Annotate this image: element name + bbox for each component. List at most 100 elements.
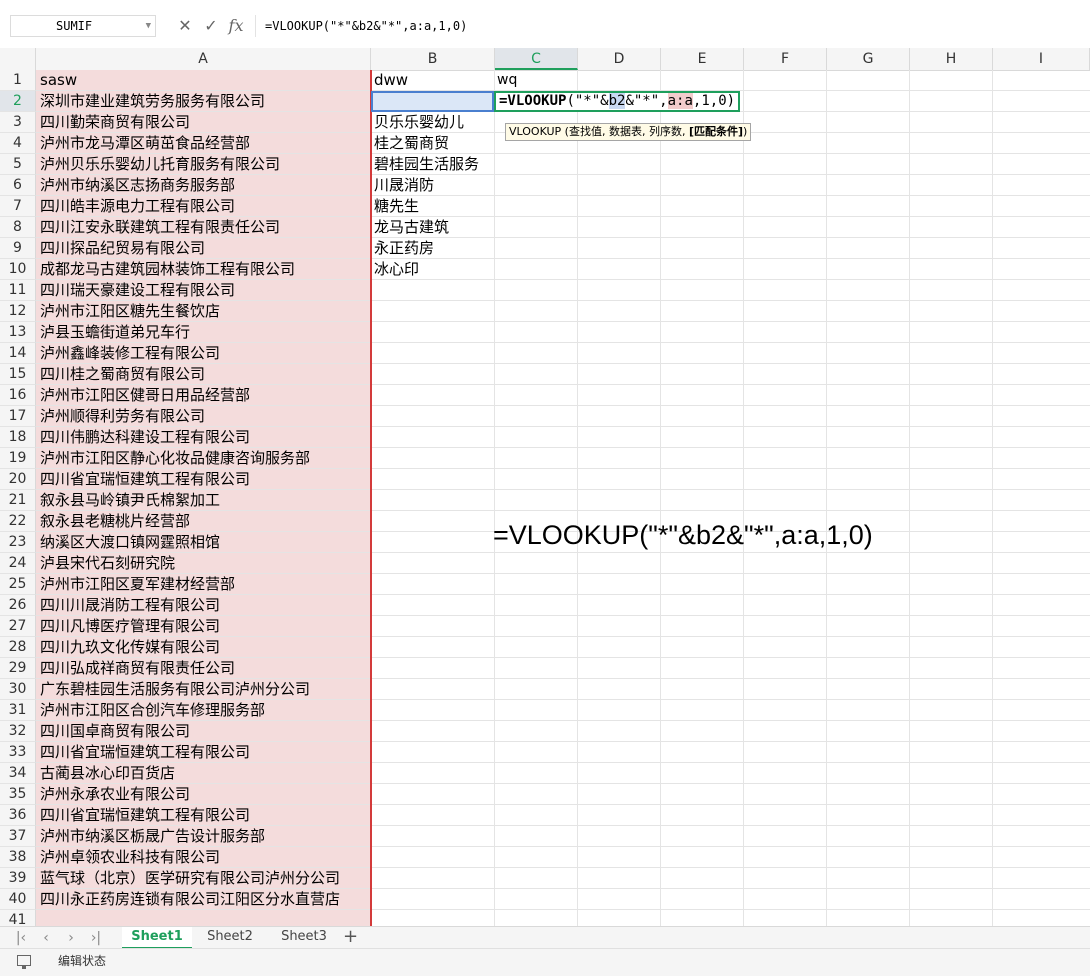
row-header[interactable]: 27	[0, 616, 36, 637]
column-header-i[interactable]: I	[993, 48, 1090, 70]
cell-a[interactable]: 四川川晟消防工程有限公司	[36, 595, 370, 615]
row-header[interactable]: 3	[0, 112, 36, 133]
cell-a[interactable]: 蓝气球（北京）医学研究有限公司泸州分公司	[36, 868, 370, 888]
row-header[interactable]: 36	[0, 805, 36, 826]
cell-a[interactable]: 四川江安永联建筑工程有限责任公司	[36, 217, 370, 237]
row-header[interactable]: 39	[0, 868, 36, 889]
cell-b[interactable]: 糖先生	[371, 196, 494, 216]
cell-a[interactable]: 泸县玉蟾街道弟兄车行	[36, 322, 370, 342]
cancel-icon[interactable]: ✕	[175, 14, 195, 38]
row-header[interactable]: 28	[0, 637, 36, 658]
cell-a[interactable]: 泸州顺得利劳务有限公司	[36, 406, 370, 426]
column-header-f[interactable]: F	[744, 48, 827, 70]
name-box[interactable]: SUMIF ▼	[10, 15, 156, 37]
cell-a[interactable]: 四川皓丰源电力工程有限公司	[36, 196, 370, 216]
row-header[interactable]: 14	[0, 343, 36, 364]
cell-a[interactable]: 泸州市龙马潭区萌茁食品经营部	[36, 133, 370, 153]
cell-a[interactable]: 四川国卓商贸有限公司	[36, 721, 370, 741]
next-sheet-icon[interactable]: ›	[62, 927, 80, 949]
cell-b[interactable]: 龙马古建筑	[371, 217, 494, 237]
cell-a[interactable]: 深圳市建业建筑劳务服务有限公司	[36, 91, 370, 111]
row-header[interactable]: 19	[0, 448, 36, 469]
row-header[interactable]: 23	[0, 532, 36, 553]
cell-a[interactable]: 四川省宜瑞恒建筑工程有限公司	[36, 469, 370, 489]
last-sheet-icon[interactable]: ›|	[87, 927, 105, 949]
cell-a[interactable]	[36, 910, 370, 926]
row-header[interactable]: 22	[0, 511, 36, 532]
cell-a[interactable]: 广东碧桂园生活服务有限公司泸州分公司	[36, 679, 370, 699]
cell-a[interactable]: 四川九玖文化传媒有限公司	[36, 637, 370, 657]
cell-c1[interactable]: wq	[495, 70, 577, 90]
cell-a[interactable]: 纳溪区大渡口镇网霆照相馆	[36, 532, 370, 552]
row-header[interactable]: 13	[0, 322, 36, 343]
cell-a[interactable]: 四川探品纪贸易有限公司	[36, 238, 370, 258]
cell-a[interactable]: 泸县宋代石刻研究院	[36, 553, 370, 573]
cell-a[interactable]: 古蔺县冰心印百货店	[36, 763, 370, 783]
row-header[interactable]: 32	[0, 721, 36, 742]
confirm-icon[interactable]: ✓	[201, 14, 221, 38]
row-header[interactable]: 30	[0, 679, 36, 700]
row-header[interactable]: 41	[0, 910, 36, 926]
row-header[interactable]: 21	[0, 490, 36, 511]
cell-a[interactable]: 泸州市纳溪区栃晟广告设计服务部	[36, 826, 370, 846]
column-header-b[interactable]: B	[371, 48, 495, 70]
row-header[interactable]: 7	[0, 196, 36, 217]
row-header[interactable]: 17	[0, 406, 36, 427]
row-header[interactable]: 18	[0, 427, 36, 448]
cell-b[interactable]: dww	[371, 70, 494, 90]
column-header-e[interactable]: E	[661, 48, 744, 70]
column-header-a[interactable]: A	[36, 48, 371, 70]
first-sheet-icon[interactable]: |‹	[12, 927, 30, 949]
cell-a[interactable]: 泸州市纳溪区志扬商务服务部	[36, 175, 370, 195]
cell-a[interactable]: 泸州贝乐乐婴幼儿托育服务有限公司	[36, 154, 370, 174]
select-all-corner[interactable]	[0, 48, 36, 70]
formula-input[interactable]: =VLOOKUP("*"&b2&"*",a:a,1,0)	[255, 15, 1090, 37]
cell-a[interactable]: 四川桂之蜀商贸有限公司	[36, 364, 370, 384]
chevron-down-icon[interactable]: ▼	[146, 16, 151, 36]
tab-sheet1[interactable]: Sheet1	[122, 927, 192, 949]
row-header[interactable]: 24	[0, 553, 36, 574]
row-header[interactable]: 20	[0, 469, 36, 490]
cell-b[interactable]: 永正药房	[371, 238, 494, 258]
cell-a[interactable]: 泸州市江阳区夏军建材经营部	[36, 574, 370, 594]
tab-sheet2[interactable]: Sheet2	[196, 927, 264, 949]
cell-a[interactable]: 泸州市江阳区健哥日用品经营部	[36, 385, 370, 405]
cell-a[interactable]: 四川永正药房连锁有限公司江阳区分水直营店	[36, 889, 370, 909]
column-header-c[interactable]: C	[495, 48, 578, 70]
cell-b[interactable]: 碧桂园生活服务	[371, 154, 494, 174]
cell-a[interactable]: 四川弘成祥商贸有限责任公司	[36, 658, 370, 678]
cell-a[interactable]: 泸州市江阳区合创汽车修理服务部	[36, 700, 370, 720]
cell-a[interactable]: 泸州市江阳区糖先生餐饮店	[36, 301, 370, 321]
row-header[interactable]: 26	[0, 595, 36, 616]
cell-a[interactable]: 泸州卓领农业科技有限公司	[36, 847, 370, 867]
cell-a[interactable]: 泸州鑫峰装修工程有限公司	[36, 343, 370, 363]
row-header[interactable]: 40	[0, 889, 36, 910]
cell-a[interactable]: 四川省宜瑞恒建筑工程有限公司	[36, 742, 370, 762]
cell-a[interactable]: 四川伟鹏达科建设工程有限公司	[36, 427, 370, 447]
cell-a[interactable]: 四川瑞天豪建设工程有限公司	[36, 280, 370, 300]
cell-a[interactable]: 泸州市江阳区静心化妆品健康咨询服务部	[36, 448, 370, 468]
cell-b[interactable]: 川晟消防	[371, 175, 494, 195]
cell-a[interactable]: 泸州永承农业有限公司	[36, 784, 370, 804]
cell-a[interactable]: 成都龙马古建筑园林装饰工程有限公司	[36, 259, 370, 279]
row-header[interactable]: 9	[0, 238, 36, 259]
tab-sheet3[interactable]: Sheet3	[270, 927, 338, 949]
row-header[interactable]: 34	[0, 763, 36, 784]
row-header[interactable]: 25	[0, 574, 36, 595]
cell-b[interactable]: 桂之蜀商贸	[371, 133, 494, 153]
row-header[interactable]: 12	[0, 301, 36, 322]
cell-a[interactable]: 叙永县老糖桃片经营部	[36, 511, 370, 531]
cell-a[interactable]: sasw	[36, 70, 370, 90]
cell-a[interactable]: 叙永县马岭镇尹氏棉絮加工	[36, 490, 370, 510]
cell-a[interactable]: 四川凡博医疗管理有限公司	[36, 616, 370, 636]
add-sheet-button[interactable]: +	[343, 927, 358, 949]
row-header[interactable]: 10	[0, 259, 36, 280]
column-header-h[interactable]: H	[910, 48, 993, 70]
row-header[interactable]: 31	[0, 700, 36, 721]
row-header[interactable]: 29	[0, 658, 36, 679]
row-header[interactable]: 11	[0, 280, 36, 301]
prev-sheet-icon[interactable]: ‹	[37, 927, 55, 949]
row-header[interactable]: 33	[0, 742, 36, 763]
spreadsheet-grid[interactable]: ABCDEFGHI 1saswdwwwq2深圳市建业建筑劳务服务有限公司勤荣商贸…	[0, 48, 1090, 926]
row-header[interactable]: 1	[0, 70, 36, 91]
